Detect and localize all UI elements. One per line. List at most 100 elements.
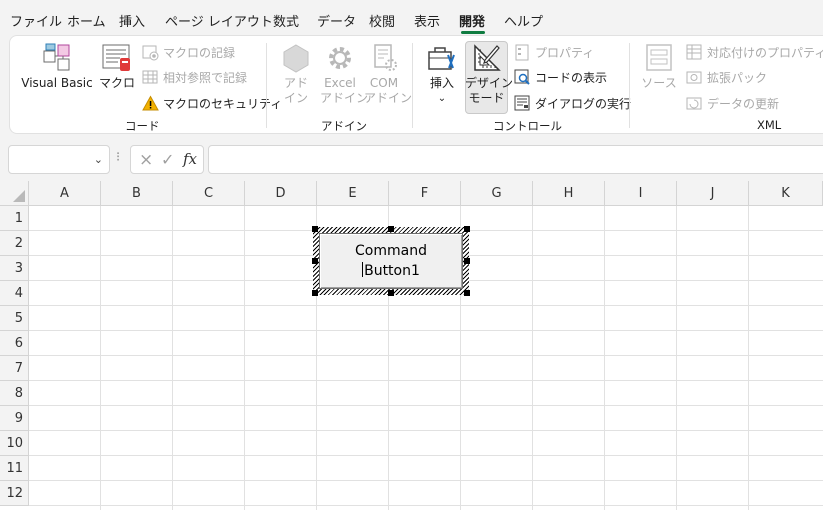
row-header[interactable]: 6 [0,331,29,356]
tab-home[interactable]: ホーム [67,11,106,30]
chevron-down-icon: ⌄ [437,93,447,104]
resize-handle-right[interactable] [464,258,470,264]
macro-label: マクロ [98,76,135,90]
addins-button[interactable]: アド イン [278,42,314,106]
column-header[interactable]: I [605,181,677,206]
row-header[interactable]: 9 [0,406,29,431]
chevron-down-icon[interactable]: ⌄ [94,153,103,166]
insert-control-label: 挿入 [429,76,454,90]
row-header[interactable]: 11 [0,456,29,481]
resize-handle-top-left[interactable] [312,226,318,232]
relative-reference-button[interactable]: 相対参照で記録 [142,67,247,87]
row-header[interactable]: 5 [0,306,29,331]
group-label-xml: XML [757,118,782,132]
map-properties-label: 対応付けのプロパティ [707,45,823,60]
tab-view[interactable]: 表示 [414,11,440,30]
warning-icon [142,94,159,112]
design-mode-label-1: デザイン [465,76,514,90]
map-properties-icon [686,44,703,61]
com-addins-label-1: COM [369,76,399,90]
column-header[interactable]: H [533,181,605,206]
column-header[interactable]: F [389,181,461,206]
xml-source-button[interactable]: ソース [640,42,678,91]
column-header[interactable]: J [677,181,749,206]
active-tab-indicator [461,31,485,34]
row-header[interactable]: 12 [0,481,29,506]
excel-addins-label-2: アドイン [320,91,369,105]
row-header[interactable]: 7 [0,356,29,381]
resize-handle-bottom[interactable] [388,290,394,296]
row-header[interactable]: 4 [0,281,29,306]
insert-control-button[interactable]: 挿入 ⌄ [424,42,460,106]
menu-tabs: ファイル ホーム 挿入 ページ レイアウト 数式 データ 校閲 表示 開発 ヘル… [0,0,823,34]
column-header[interactable]: G [461,181,533,206]
row-header[interactable]: 1 [0,206,29,231]
tab-formulas[interactable]: 数式 [273,11,299,30]
com-addins-button[interactable]: COM アドイン [364,42,412,106]
column-header[interactable]: D [245,181,317,206]
toolbox-icon [428,47,455,70]
row-header[interactable]: 10 [0,431,29,456]
group-label-code: コード [125,119,160,133]
macro-security-button[interactable]: マクロのセキュリティ [142,93,282,113]
command-button-line2: Button1 [364,263,420,279]
insert-function-button[interactable]: fx [183,150,197,168]
excel-addins-button[interactable]: Excel アドイン [320,42,369,106]
expansion-packs-label: 拡張パック [707,70,768,85]
record-macro-icon [142,44,159,61]
more-options-icon[interactable]: ⁝ [116,150,120,165]
column-header[interactable]: A [29,181,101,206]
group-separator [412,43,413,128]
map-properties-button[interactable]: 対応付けのプロパティ [686,42,823,62]
column-header[interactable]: K [749,181,823,206]
cancel-icon[interactable]: × [139,150,153,170]
view-code-label: コードの表示 [535,70,608,85]
relative-reference-label: 相対参照で記録 [163,70,248,85]
xml-source-icon [646,44,672,71]
run-dialog-button[interactable]: ダイアログの実行 [514,93,631,113]
column-header[interactable]: B [101,181,173,206]
resize-handle-bottom-right[interactable] [464,290,470,296]
tab-review[interactable]: 校閲 [369,11,395,30]
tab-file[interactable]: ファイル [10,11,62,30]
macro-security-label: マクロのセキュリティ [163,96,283,111]
view-code-button[interactable]: コードの表示 [514,67,607,87]
row-header[interactable]: 3 [0,256,29,281]
select-all-button[interactable] [0,181,29,206]
tab-developer[interactable]: 開発 [459,11,485,30]
excel-addins-label-1: Excel [324,76,356,90]
tab-data[interactable]: データ [317,11,356,30]
view-code-icon [514,69,531,86]
command-button-line1: Command [355,243,427,259]
design-mode-button[interactable]: デザイン モード [465,42,514,106]
formula-input[interactable] [208,145,823,174]
tab-help[interactable]: ヘルプ [504,11,543,30]
resize-handle-top-right[interactable] [464,226,470,232]
properties-button[interactable]: プロパティ [514,42,594,62]
name-box[interactable]: ⌄ [8,145,110,174]
visual-basic-button[interactable]: Visual Basic [20,42,94,91]
resize-handle-top[interactable] [388,226,394,232]
confirm-icon[interactable]: ✓ [161,150,174,169]
properties-icon [514,44,531,61]
text-caret [362,262,364,277]
relative-reference-icon [142,69,159,86]
tab-page-layout[interactable]: ページ レイアウト [165,11,273,30]
column-header[interactable]: C [173,181,245,206]
refresh-data-button[interactable]: データの更新 [686,93,779,113]
command-button-selection[interactable]: Command Button1 [312,226,470,296]
resize-handle-bottom-left[interactable] [312,290,318,296]
expansion-packs-button[interactable]: 拡張パック [686,67,767,87]
run-dialog-label: ダイアログの実行 [535,96,632,111]
column-header[interactable]: E [317,181,389,206]
row-header[interactable]: 2 [0,231,29,256]
formula-buttons: × ✓ fx [130,145,204,174]
record-macro-button[interactable]: マクロの記録 [142,42,235,62]
resize-handle-left[interactable] [312,258,318,264]
group-label-controls: コントロール [493,119,562,133]
refresh-data-label: データの更新 [707,96,780,111]
tab-insert[interactable]: 挿入 [119,11,145,30]
macro-button[interactable]: マクロ [98,42,136,91]
row-header[interactable]: 8 [0,381,29,406]
command-button[interactable]: Command Button1 [319,233,463,289]
